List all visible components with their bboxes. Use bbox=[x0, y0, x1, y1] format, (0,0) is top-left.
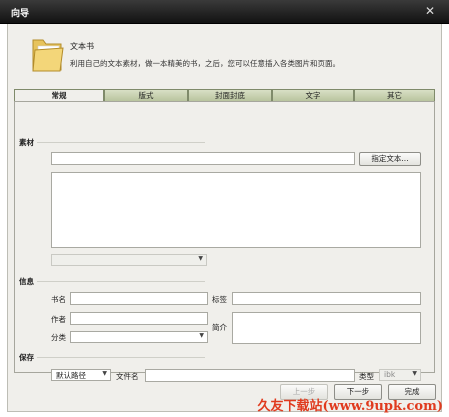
save-path-select[interactable]: 默认路径 ▼ bbox=[51, 369, 111, 381]
book-name-label: 书名 bbox=[51, 295, 66, 304]
watermark-text: 久友下载站(www.9upk.com) bbox=[257, 399, 443, 414]
filename-label: 文件名 bbox=[116, 372, 139, 381]
chevron-down-icon: ▼ bbox=[198, 255, 203, 262]
encoding-select[interactable]: ▼ bbox=[51, 254, 207, 266]
chevron-down-icon: ▼ bbox=[199, 332, 204, 339]
tab-other[interactable]: 其它 bbox=[354, 89, 435, 101]
tag-label: 标签 bbox=[212, 295, 227, 304]
window-title: 向导 bbox=[11, 9, 30, 19]
chevron-down-icon: ▼ bbox=[412, 370, 417, 377]
intro-label: 简介 bbox=[212, 323, 227, 332]
type-label: 类型 bbox=[359, 372, 374, 381]
app-description: 利用自己的文本素材，做一本精美的书，之后，您可以任意插入各类图片和页面。 bbox=[70, 59, 340, 68]
tab-bar: 常规 版式 封面封底 文字 其它 bbox=[14, 89, 435, 102]
folder-icon bbox=[32, 39, 64, 72]
intro-textarea[interactable] bbox=[232, 312, 421, 344]
file-type-select[interactable]: ibk ▼ bbox=[379, 369, 421, 381]
tab-layout[interactable]: 版式 bbox=[104, 89, 188, 101]
tag-input[interactable] bbox=[232, 292, 421, 305]
specify-text-button[interactable]: 指定文本... bbox=[359, 152, 421, 166]
filename-input[interactable] bbox=[145, 369, 355, 382]
wizard-header: 文本书 利用自己的文本素材，做一本精美的书，之后，您可以任意插入各类图片和页面。 bbox=[8, 24, 441, 84]
info-separator bbox=[37, 281, 205, 282]
material-file-input[interactable] bbox=[51, 152, 355, 165]
category-label: 分类 bbox=[51, 333, 66, 342]
save-section-label: 保存 bbox=[19, 353, 34, 362]
category-select[interactable]: ▼ bbox=[70, 331, 208, 343]
save-separator bbox=[37, 357, 205, 358]
tab-text[interactable]: 文字 bbox=[272, 89, 354, 101]
wizard-frame: 文本书 利用自己的文本素材，做一本精美的书，之后，您可以任意插入各类图片和页面。… bbox=[7, 24, 442, 412]
material-separator bbox=[37, 142, 205, 143]
material-section-label: 素材 bbox=[19, 138, 34, 147]
author-input[interactable] bbox=[70, 312, 208, 325]
general-panel: 素材 指定文本... ▼ 信息 书名 作者 分类 ▼ 标签 简介 保存 默认路径 bbox=[14, 101, 435, 382]
close-icon[interactable]: ✕ bbox=[423, 4, 437, 18]
book-name-input[interactable] bbox=[70, 292, 208, 305]
material-preview-area[interactable] bbox=[51, 172, 421, 248]
app-name: 文本书 bbox=[70, 42, 94, 51]
title-bar: 向导 ✕ bbox=[0, 0, 449, 24]
author-label: 作者 bbox=[51, 315, 66, 324]
info-section-label: 信息 bbox=[19, 277, 34, 286]
chevron-down-icon: ▼ bbox=[102, 370, 107, 377]
tab-cover[interactable]: 封面封底 bbox=[188, 89, 272, 101]
